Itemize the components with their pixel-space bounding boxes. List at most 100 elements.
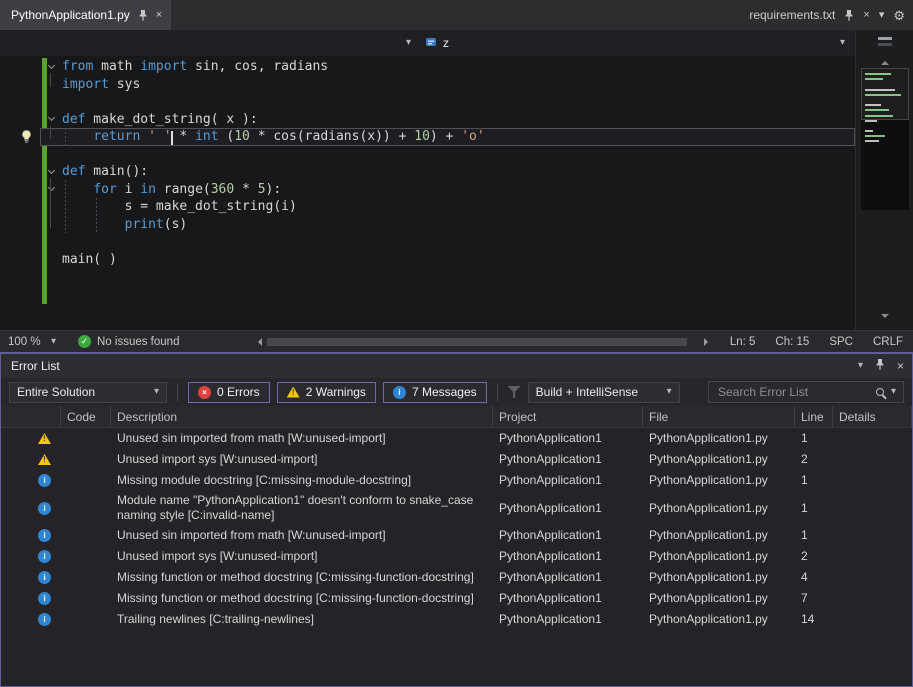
warnings-filter-button[interactable]: ! 2 Warnings bbox=[277, 382, 376, 403]
error-file: PythonApplication1.py bbox=[643, 610, 795, 629]
scrollbar-track[interactable] bbox=[265, 337, 700, 347]
error-line: 1 bbox=[795, 471, 833, 490]
line-indicator: Ln: 5 bbox=[720, 336, 766, 348]
column-header-description[interactable]: Description bbox=[111, 406, 493, 427]
minimap[interactable] bbox=[861, 68, 909, 210]
indent-guide bbox=[96, 198, 97, 233]
code-line[interactable] bbox=[40, 93, 855, 111]
error-row[interactable]: !Unused sin imported from math [W:unused… bbox=[1, 428, 912, 449]
code-line[interactable] bbox=[40, 146, 855, 164]
fold-margin[interactable] bbox=[40, 118, 62, 120]
column-header-line[interactable]: Line bbox=[795, 406, 833, 427]
error-code bbox=[61, 437, 111, 441]
pin-icon[interactable] bbox=[875, 359, 885, 373]
column-header-severity[interactable] bbox=[1, 406, 61, 427]
scrollbar-thumb[interactable] bbox=[267, 338, 686, 346]
column-header-details[interactable]: Details bbox=[833, 406, 912, 427]
messages-filter-button[interactable]: i 7 Messages bbox=[383, 382, 487, 403]
chevron-down-icon: ▾ bbox=[154, 387, 159, 397]
code-lines: from math import sin, cos, radiansimport… bbox=[40, 56, 855, 268]
gear-icon[interactable]: ⚙ bbox=[893, 10, 905, 21]
code-line[interactable]: def make_dot_string( x ): bbox=[40, 111, 855, 129]
toolbar-separator bbox=[497, 384, 498, 401]
code-line[interactable]: for i in range(360 * 5): bbox=[40, 181, 855, 199]
close-icon[interactable]: × bbox=[156, 10, 162, 21]
fold-margin[interactable] bbox=[40, 171, 62, 173]
error-project: PythonApplication1 bbox=[493, 547, 643, 566]
code-line[interactable]: return ' ' * int (10 * cos(radians(x)) +… bbox=[40, 128, 855, 146]
column-header-file[interactable]: File bbox=[643, 406, 795, 427]
pin-icon[interactable] bbox=[844, 10, 854, 21]
search-box[interactable]: ▾ bbox=[708, 381, 904, 403]
fold-margin[interactable] bbox=[40, 188, 62, 190]
error-row[interactable]: iUnused import sys [W:unused-import]Pyth… bbox=[1, 546, 912, 567]
member-label: z bbox=[443, 36, 449, 50]
chevron-down-icon[interactable]: ▾ bbox=[891, 387, 896, 397]
scroll-up-arrow[interactable] bbox=[881, 57, 889, 65]
column-header-project[interactable]: Project bbox=[493, 406, 643, 427]
error-file: PythonApplication1.py bbox=[643, 526, 795, 545]
error-row[interactable]: iUnused sin imported from math [W:unused… bbox=[1, 525, 912, 546]
error-list-panel: Error List ▾ × Entire Solution ▾ × 0 Err… bbox=[0, 352, 913, 687]
error-code bbox=[61, 576, 111, 580]
horizontal-scrollbar[interactable] bbox=[254, 337, 711, 347]
code-line[interactable]: def main(): bbox=[40, 163, 855, 181]
close-icon[interactable]: × bbox=[897, 359, 904, 373]
search-input[interactable] bbox=[716, 384, 869, 400]
member-dropdown[interactable]: z ▾ bbox=[415, 30, 855, 56]
source-filter-dropdown[interactable]: Build + IntelliSense ▾ bbox=[528, 382, 680, 403]
column-header-code[interactable]: Code bbox=[61, 406, 111, 427]
code-editor[interactable]: from math import sin, cos, radiansimport… bbox=[0, 56, 855, 330]
minimap-viewport[interactable] bbox=[861, 68, 909, 120]
pin-icon[interactable] bbox=[138, 10, 148, 21]
fold-chevron-icon[interactable] bbox=[47, 184, 54, 191]
indent-guide bbox=[65, 128, 66, 146]
fold-chevron-icon[interactable] bbox=[47, 62, 54, 69]
error-row[interactable]: iMissing function or method docstring [C… bbox=[1, 588, 912, 609]
code-line[interactable] bbox=[40, 233, 855, 251]
chevron-down-icon[interactable]: ▾ bbox=[858, 361, 863, 371]
info-icon: i bbox=[38, 592, 51, 605]
scroll-down-arrow[interactable] bbox=[881, 314, 889, 322]
spaces-indicator[interactable]: SPC bbox=[819, 336, 863, 348]
lightbulb-icon[interactable] bbox=[19, 129, 34, 147]
error-row[interactable]: iMissing function or method docstring [C… bbox=[1, 567, 912, 588]
fold-chevron-icon[interactable] bbox=[47, 167, 54, 174]
fold-margin[interactable] bbox=[40, 66, 62, 68]
warning-icon: ! bbox=[38, 454, 51, 465]
scope-filter-dropdown[interactable]: Entire Solution ▾ bbox=[9, 382, 167, 403]
error-file: PythonApplication1.py bbox=[643, 450, 795, 469]
code-text: def make_dot_string( x ): bbox=[62, 112, 258, 127]
code-line[interactable]: s = make_dot_string(i) bbox=[40, 198, 855, 216]
scroll-right-arrow[interactable] bbox=[704, 338, 712, 346]
project-dropdown[interactable]: ▾ bbox=[0, 30, 415, 56]
error-row[interactable]: iMissing module docstring [C:missing-mod… bbox=[1, 470, 912, 491]
zoom-dropdown[interactable]: 100 % ▾ bbox=[0, 336, 64, 348]
code-line[interactable]: import sys bbox=[40, 76, 855, 94]
fold-chevron-icon[interactable] bbox=[47, 114, 54, 121]
errors-filter-button[interactable]: × 0 Errors bbox=[188, 382, 270, 403]
code-line[interactable]: main( ) bbox=[40, 251, 855, 269]
error-row[interactable]: iTrailing newlines [C:trailing-newlines]… bbox=[1, 609, 912, 630]
chevron-down-icon: ▾ bbox=[667, 387, 672, 397]
chevron-down-icon[interactable]: ▾ bbox=[879, 10, 885, 21]
code-line[interactable]: print(s) bbox=[40, 216, 855, 234]
code-line[interactable]: from math import sin, cos, radians bbox=[40, 58, 855, 76]
close-icon[interactable]: × bbox=[863, 10, 869, 21]
splitter-handle[interactable] bbox=[856, 30, 913, 54]
error-code bbox=[61, 479, 111, 483]
error-row[interactable]: !Unused import sys [W:unused-import]Pyth… bbox=[1, 449, 912, 470]
tab-requirements[interactable]: requirements.txt bbox=[749, 8, 835, 22]
issues-text: No issues found bbox=[97, 336, 179, 348]
tab-pythonapplication1[interactable]: PythonApplication1.py × bbox=[0, 0, 171, 30]
scroll-left-arrow[interactable] bbox=[254, 338, 262, 346]
filter-icon[interactable] bbox=[508, 386, 521, 398]
navigation-bar: ▾ z ▾ bbox=[0, 30, 855, 56]
text-caret bbox=[171, 131, 173, 145]
issues-indicator[interactable]: ✓ No issues found bbox=[78, 335, 179, 348]
search-icon[interactable] bbox=[876, 388, 884, 396]
error-row[interactable]: iModule name "PythonApplication1" doesn'… bbox=[1, 491, 912, 525]
eol-indicator[interactable]: CRLF bbox=[863, 336, 913, 348]
error-line: 7 bbox=[795, 589, 833, 608]
panel-title-bar[interactable]: Error List ▾ × bbox=[1, 354, 912, 378]
